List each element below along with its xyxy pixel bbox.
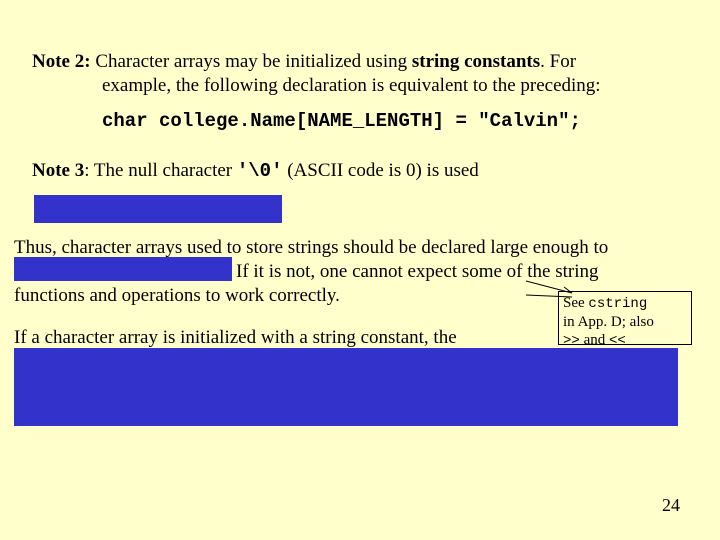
note-3-rest: (ASCII code is 0) is used	[282, 160, 478, 181]
callout-op-in: >>	[563, 333, 580, 349]
note-3: Note 3: The null character '\0' (ASCII c…	[32, 159, 692, 184]
callout-l3b: and	[580, 332, 609, 348]
note-3-label: Note 3	[32, 160, 84, 181]
null-char: '\0'	[237, 160, 283, 182]
page-number: 24	[662, 494, 680, 517]
note-2: Note 2: Character arrays may be initiali…	[32, 50, 692, 98]
note-2-text-a: Character arrays may be initialized usin…	[91, 51, 412, 72]
note-2-text-b: . For	[540, 51, 576, 72]
callout-l2: in App. D; also	[563, 314, 654, 330]
redaction-box-1	[34, 195, 282, 223]
callout-op-out: <<	[609, 333, 626, 349]
slide: Note 2: Character arrays may be initiali…	[0, 0, 720, 540]
note-3-after: : The null character	[84, 160, 237, 181]
callout-cstring: cstring	[588, 296, 647, 312]
content-area: Note 2: Character arrays may be initiali…	[32, 50, 692, 188]
note-2-label: Note 2:	[32, 51, 91, 72]
note-2-strong: string constants	[412, 51, 540, 72]
note-2-line2: example, the following declaration is eq…	[32, 74, 692, 98]
redaction-box-3	[14, 348, 678, 426]
callout-tail-icon	[524, 279, 574, 309]
ifchar-line: If a character array is initialized with…	[14, 326, 574, 350]
callout-box: See cstring in App. D; also >> and <<	[558, 291, 692, 345]
code-declaration: char college.Name[NAME_LENGTH] = "Calvin…	[32, 110, 692, 134]
redaction-box-2	[14, 257, 232, 281]
